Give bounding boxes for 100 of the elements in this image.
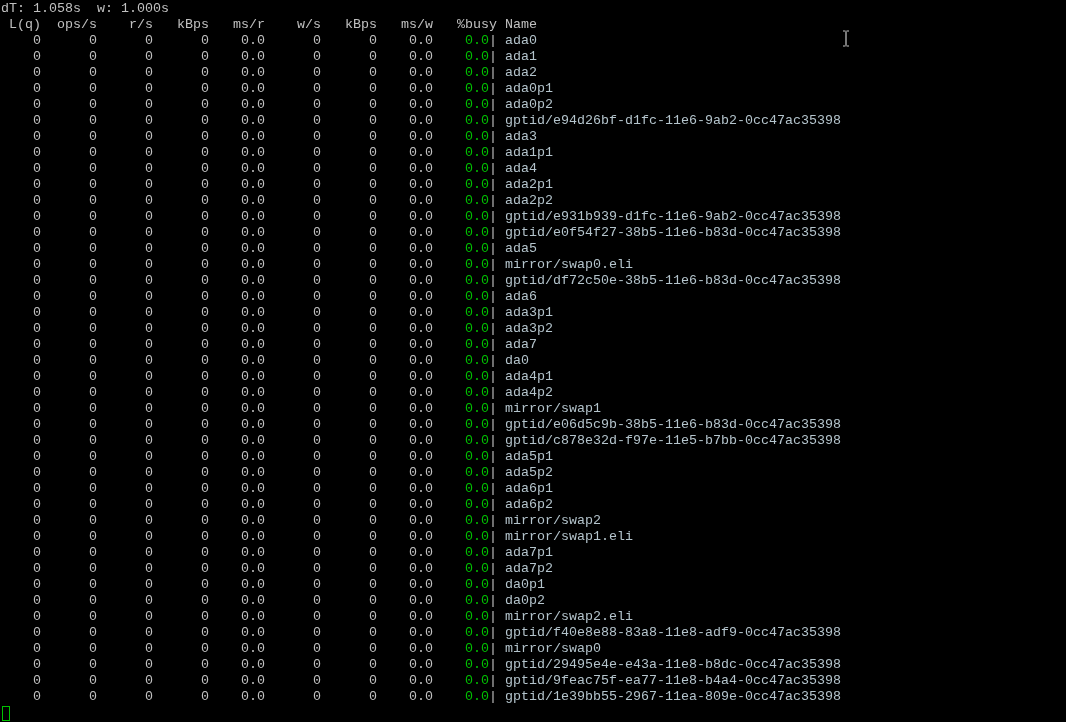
- table-cell-text: 0: [32, 385, 41, 401]
- table-cell-text: 0: [368, 257, 377, 273]
- table-cell-text: 0: [368, 385, 377, 401]
- column-separator: |: [489, 273, 497, 289]
- table-cell-text: 0: [88, 673, 97, 689]
- table-cell-text: 0: [32, 113, 41, 129]
- column-separator: |: [489, 353, 497, 369]
- table-cell-text: 0: [200, 641, 209, 657]
- table-cell-text: 0.0: [408, 641, 433, 657]
- table-cell-text: 0: [32, 305, 41, 321]
- table-cell-text: 0: [312, 337, 321, 353]
- terminal-cursor: [2, 706, 10, 721]
- table-cell-text: 0: [144, 497, 153, 513]
- column-separator: |: [489, 401, 497, 417]
- device-name: ada5p2: [505, 465, 553, 481]
- busy-value: 0.0: [464, 401, 489, 417]
- table-cell-text: 0: [312, 689, 321, 705]
- table-cell-text: 0.0: [408, 417, 433, 433]
- table-cell-text: 0: [200, 673, 209, 689]
- table-cell-text: 0: [32, 225, 41, 241]
- table-cell-text: 0: [32, 609, 41, 625]
- table-cell-text: 0: [32, 577, 41, 593]
- table-cell-text: 0: [312, 497, 321, 513]
- table-cell-text: 0: [88, 577, 97, 593]
- busy-value: 0.0: [464, 417, 489, 433]
- table-cell-text: 0: [144, 433, 153, 449]
- table-cell-text: 0.0: [408, 257, 433, 273]
- table-cell-text: 0: [200, 449, 209, 465]
- table-cell-text: 0: [88, 65, 97, 81]
- table-cell-text: 0: [368, 161, 377, 177]
- table-cell-text: 0.0: [408, 497, 433, 513]
- table-cell-text: 0: [88, 593, 97, 609]
- busy-value: 0.0: [464, 545, 489, 561]
- column-separator: |: [489, 369, 497, 385]
- table-cell-text: 0.0: [408, 129, 433, 145]
- device-name: ada3: [505, 129, 537, 145]
- table-cell-text: 0: [312, 353, 321, 369]
- table-cell-text: 0.0: [408, 657, 433, 673]
- busy-value: 0.0: [464, 209, 489, 225]
- table-cell-text: 0: [200, 33, 209, 49]
- table-cell-text: 0: [88, 689, 97, 705]
- table-cell-text: 0: [88, 545, 97, 561]
- table-cell-text: 0: [312, 465, 321, 481]
- device-name: ada7: [505, 337, 537, 353]
- table-cell-text: 0: [32, 241, 41, 257]
- table-cell-text: 0: [200, 401, 209, 417]
- busy-value: 0.0: [464, 385, 489, 401]
- device-name: mirror/swap0.eli: [505, 257, 633, 273]
- table-cell-text: 0: [312, 273, 321, 289]
- window-reading: w: 1.000s: [97, 1, 169, 17]
- device-name: gptid/c878e32d-f97e-11e5-b7bb-0cc47ac35398: [505, 433, 841, 449]
- table-cell-text: 0.0: [408, 273, 433, 289]
- busy-value: 0.0: [464, 65, 489, 81]
- table-cell-text: 0: [88, 481, 97, 497]
- table-cell-text: 0: [144, 33, 153, 49]
- column-separator: |: [489, 177, 497, 193]
- device-name: mirror/swap2.eli: [505, 609, 633, 625]
- busy-value: 0.0: [464, 593, 489, 609]
- device-name: ada7p1: [505, 545, 553, 561]
- table-cell-text: 0: [144, 417, 153, 433]
- table-cell-text: 0.0: [408, 305, 433, 321]
- table-cell-text: 0: [32, 177, 41, 193]
- table-cell-text: 0: [368, 97, 377, 113]
- table-cell-text: 0.0: [240, 625, 265, 641]
- busy-value: 0.0: [464, 689, 489, 705]
- table-cell-text: 0: [144, 625, 153, 641]
- busy-value: 0.0: [464, 273, 489, 289]
- table-cell-text: 0: [200, 369, 209, 385]
- table-cell-text: 0: [32, 321, 41, 337]
- table-cell-text: 0: [32, 257, 41, 273]
- table-cell-text: 0: [312, 433, 321, 449]
- table-cell-text: 0: [144, 129, 153, 145]
- table-cell-text: 0: [88, 273, 97, 289]
- table-cell-text: 0: [88, 257, 97, 273]
- table-cell-text: 0: [144, 577, 153, 593]
- table-cell-text: 0.0: [240, 353, 265, 369]
- table-cell-text: 0: [368, 433, 377, 449]
- table-cell-text: 0.0: [408, 161, 433, 177]
- device-name: mirror/swap0: [505, 641, 601, 657]
- busy-value: 0.0: [464, 161, 489, 177]
- column-separator: |: [489, 129, 497, 145]
- table-cell-text: 0: [368, 401, 377, 417]
- busy-value: 0.0: [464, 145, 489, 161]
- table-cell-text: 0: [312, 49, 321, 65]
- table-cell-text: 0: [200, 289, 209, 305]
- table-cell-text: 0: [368, 305, 377, 321]
- table-cell-text: 0: [368, 321, 377, 337]
- column-separator: |: [489, 465, 497, 481]
- table-cell-text: 0.0: [408, 545, 433, 561]
- table-cell-text: 0: [368, 481, 377, 497]
- column-separator: |: [489, 385, 497, 401]
- table-cell-text: 0.0: [408, 321, 433, 337]
- busy-value: 0.0: [464, 465, 489, 481]
- busy-value: 0.0: [464, 561, 489, 577]
- device-name: gptid/e0f54f27-38b5-11e6-b83d-0cc47ac35398: [505, 225, 841, 241]
- table-cell-text: 0: [368, 625, 377, 641]
- device-name: gptid/1e39bb55-2967-11ea-809e-0cc47ac35398: [505, 689, 841, 705]
- table-cell-text: 0: [368, 81, 377, 97]
- busy-value: 0.0: [464, 529, 489, 545]
- table-cell-text: 0: [368, 193, 377, 209]
